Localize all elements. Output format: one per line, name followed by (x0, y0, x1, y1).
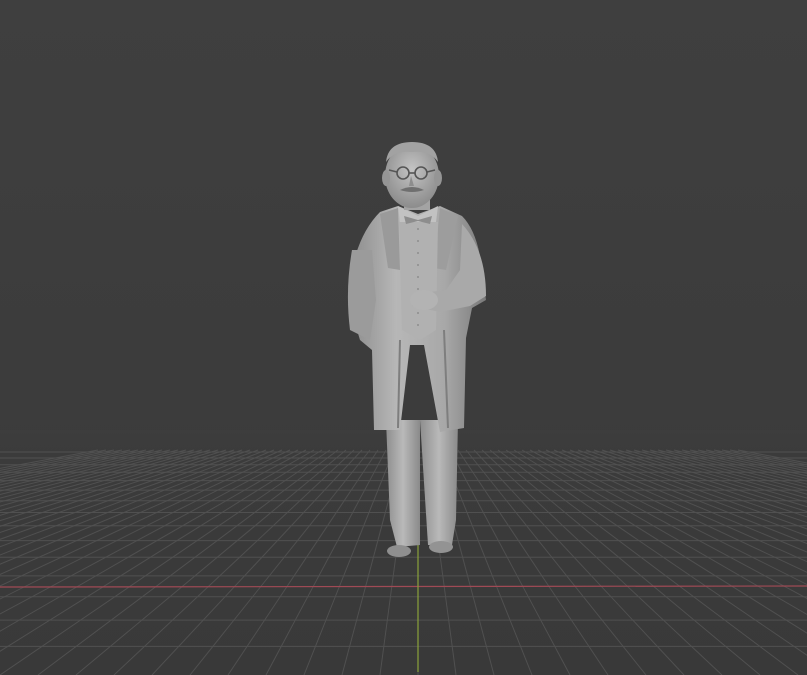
left-leg (386, 420, 420, 547)
left-shoe (387, 545, 411, 557)
right-leg (420, 420, 458, 545)
statue-model[interactable] (0, 0, 807, 675)
vest (399, 222, 438, 340)
hand (410, 290, 438, 310)
ear-right (434, 170, 442, 186)
ear-left (382, 170, 390, 186)
right-shoe (429, 541, 453, 553)
3d-viewport[interactable] (0, 0, 807, 675)
arm-left (347, 250, 376, 340)
